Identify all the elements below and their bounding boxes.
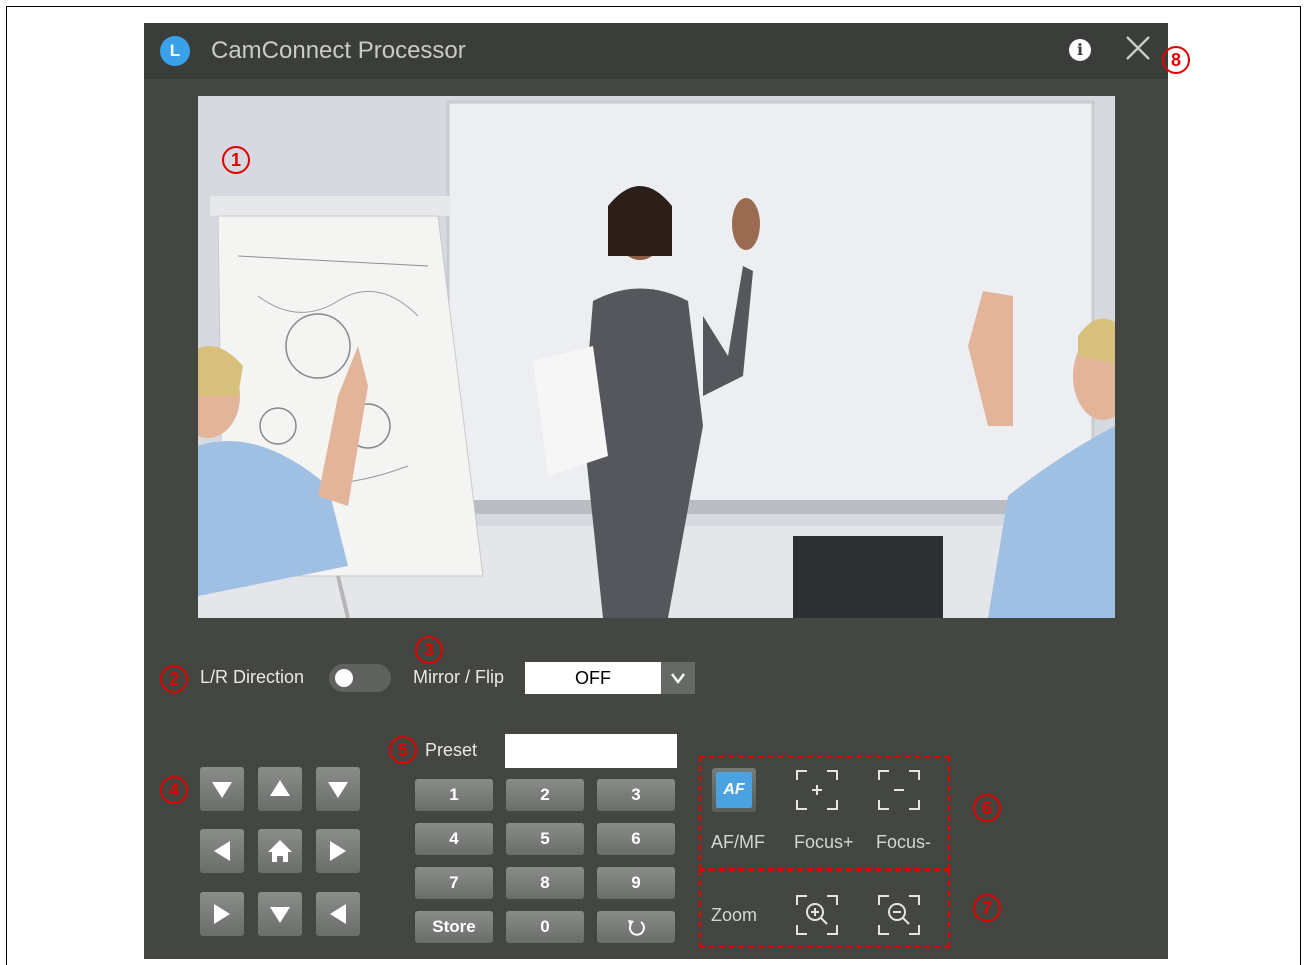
preset-reset-button[interactable] <box>597 911 675 943</box>
focus-plus-icon <box>796 770 838 810</box>
arrow-up-icon <box>270 780 290 796</box>
ptz-right-button[interactable] <box>316 829 360 873</box>
lr-direction-label: L/R Direction <box>200 667 305 687</box>
zoom-label: Zoom <box>711 905 758 925</box>
app-title: CamConnect Processor <box>211 37 466 64</box>
arrow-left-icon <box>214 841 230 861</box>
af-mf-label: AF/MF <box>711 832 765 852</box>
preset-key-0[interactable]: 0 <box>506 911 584 943</box>
chevron-down-icon[interactable] <box>661 662 695 694</box>
focus-minus-label: Focus- <box>876 832 932 852</box>
callout-8: 8 <box>1162 46 1190 74</box>
close-icon[interactable] <box>1124 33 1152 63</box>
info-icon[interactable]: i <box>1069 39 1091 61</box>
app-logo: L <box>160 36 190 66</box>
camera-scene <box>198 96 1115 618</box>
arrow-left-icon <box>330 904 346 924</box>
focus-plus-label: Focus+ <box>794 832 854 852</box>
lr-direction-toggle[interactable] <box>329 664 391 692</box>
preset-key-3[interactable]: 3 <box>597 779 675 811</box>
preset-key-5[interactable]: 5 <box>506 823 584 855</box>
focus-minus-button[interactable] <box>877 768 921 812</box>
preset-key-1[interactable]: 1 <box>415 779 493 811</box>
ptz-left-button[interactable] <box>200 829 244 873</box>
arrow-down-icon <box>270 907 290 923</box>
preset-key-4[interactable]: 4 <box>415 823 493 855</box>
zoom-in-button[interactable] <box>795 893 839 937</box>
home-icon <box>268 840 292 862</box>
arrow-down-icon <box>212 782 232 798</box>
arrow-right-icon <box>214 904 230 924</box>
callout-4: 4 <box>160 776 188 804</box>
preset-store-button[interactable]: Store <box>415 911 493 943</box>
ptz-up-left-button[interactable] <box>200 767 244 811</box>
ptz-down-button[interactable] <box>258 892 302 936</box>
preset-key-9[interactable]: 9 <box>597 867 675 899</box>
ptz-up-button[interactable] <box>258 767 302 811</box>
arrow-down-icon <box>328 782 348 798</box>
callout-2: 2 <box>160 665 188 693</box>
preset-label: Preset <box>425 740 478 760</box>
arrow-right-icon <box>330 841 346 861</box>
callout-6: 6 <box>973 794 1001 822</box>
title-bar: L CamConnect Processor i <box>144 23 1168 79</box>
af-mf-button[interactable]: AF <box>712 768 756 812</box>
zoom-out-icon <box>878 895 920 935</box>
mirror-flip-value: OFF <box>575 668 611 688</box>
ptz-home-button[interactable] <box>258 829 302 873</box>
callout-7: 7 <box>973 894 1001 922</box>
zoom-in-icon <box>796 895 838 935</box>
zoom-out-button[interactable] <box>877 893 921 937</box>
focus-plus-button[interactable] <box>795 768 839 812</box>
callout-5: 5 <box>389 736 417 764</box>
mirror-flip-select[interactable]: OFF <box>525 662 695 694</box>
preset-input[interactable] <box>505 734 677 768</box>
mirror-flip-label: Mirror / Flip <box>413 667 504 687</box>
preset-key-6[interactable]: 6 <box>597 823 675 855</box>
reset-icon <box>628 920 645 936</box>
preset-key-7[interactable]: 7 <box>415 867 493 899</box>
preset-key-8[interactable]: 8 <box>506 867 584 899</box>
camera-preview <box>198 96 1115 618</box>
callout-3: 3 <box>415 636 443 664</box>
ptz-up-right-button[interactable] <box>316 767 360 811</box>
ptz-down-right-button[interactable] <box>316 892 360 936</box>
af-badge: AF <box>716 772 752 808</box>
ptz-down-left-button[interactable] <box>200 892 244 936</box>
focus-minus-icon <box>878 770 920 810</box>
toggle-knob <box>335 669 353 687</box>
preset-key-2[interactable]: 2 <box>506 779 584 811</box>
callout-1: 1 <box>222 146 250 174</box>
